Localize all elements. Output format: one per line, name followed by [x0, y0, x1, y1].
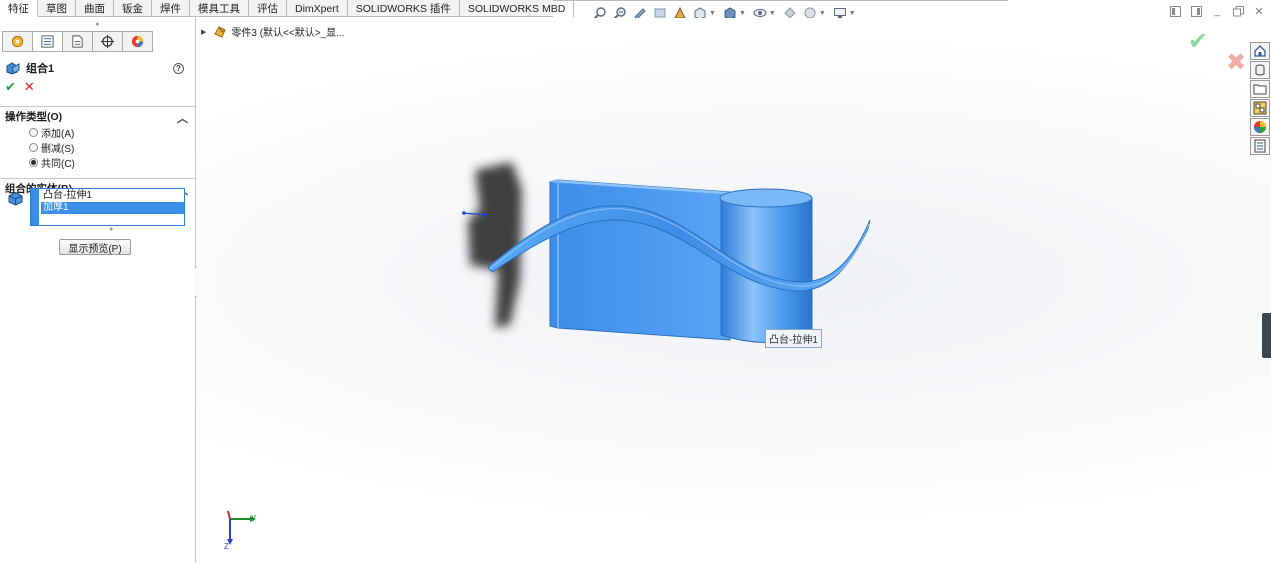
solid-body-icon	[8, 191, 23, 209]
tree-root-label: 零件3 (默认<<默认>_显...	[231, 28, 345, 39]
triad-x-label: Y	[251, 514, 257, 523]
list-item[interactable]: 凸台-拉伸1	[41, 190, 184, 202]
group-title: 操作类型(O)	[5, 110, 63, 123]
close-icon[interactable]: ✕	[1253, 5, 1265, 18]
chevron-up-icon[interactable]: ︿	[177, 110, 188, 126]
dimxpert-manager-tab[interactable]	[92, 31, 123, 52]
display-manager-icon	[131, 35, 144, 48]
display-manager-tab[interactable]	[122, 31, 153, 52]
panel-grip[interactable]: ●	[0, 17, 195, 31]
tile-left-icon[interactable]	[1169, 5, 1181, 17]
confirm-row: ✔ ✕	[0, 78, 195, 96]
task-pane	[1250, 42, 1270, 155]
radio-common[interactable]: 共同(C)	[0, 155, 195, 170]
radio-label: 添加(A)	[41, 129, 75, 140]
property-manager-icon	[41, 35, 54, 48]
feature-manager-tab[interactable]	[2, 31, 33, 52]
property-manager-tab[interactable]	[32, 31, 63, 52]
model-shadow	[468, 162, 522, 328]
configuration-manager-tab[interactable]	[62, 31, 93, 52]
show-preview-button[interactable]: 显示预览(P)	[59, 239, 131, 255]
view-settings-dropdown-icon[interactable]: ▼	[849, 10, 856, 17]
flyout-feature-tree[interactable]: ▶ 零件3 (默认<<默认>_显...	[201, 24, 344, 39]
minimize-icon[interactable]: _	[1211, 5, 1223, 17]
tab-2[interactable]: 曲面	[76, 0, 114, 17]
model-render[interactable]	[440, 150, 880, 355]
tab-5[interactable]: 模具工具	[190, 0, 249, 17]
restore-icon[interactable]	[1232, 5, 1244, 17]
property-manager-header: 组合1	[0, 58, 195, 78]
file-explorer-icon[interactable]	[1250, 80, 1270, 98]
tab-9[interactable]: SOLIDWORKS MBD	[460, 0, 575, 17]
expand-caret-icon[interactable]: ▶	[201, 28, 206, 36]
top-divider	[553, 0, 1008, 1]
radio-button-icon[interactable]	[29, 128, 38, 137]
combine-feature-icon	[6, 62, 20, 75]
custom-properties-icon[interactable]	[1250, 137, 1270, 155]
apply-scene-dropdown-icon[interactable]: ▼	[819, 10, 826, 17]
tab-3[interactable]: 钣金	[114, 0, 152, 17]
list-resize-grip[interactable]: ●	[109, 226, 113, 233]
operation-type-group: 操作类型(O) ︿ 添加(A) 删减(S) 共同(C)	[0, 106, 195, 170]
home-icon[interactable]	[1250, 42, 1270, 60]
command-manager-tabs: 特征 草图 曲面 钣金 焊件 模具工具 评估 DimXpert SOLIDWORKS 插件 SOL…	[0, 0, 575, 17]
tab-7[interactable]: DimXpert	[287, 0, 348, 17]
appearances-icon[interactable]	[1250, 118, 1270, 136]
configuration-manager-icon	[72, 35, 83, 48]
radio-label: 共同(C)	[41, 159, 75, 170]
radio-subtract[interactable]: 删减(S)	[0, 140, 195, 155]
page-title: 组合1	[26, 63, 55, 75]
confirm-accept-icon[interactable]: ✔	[1188, 27, 1208, 56]
design-library-icon[interactable]	[1250, 61, 1270, 79]
dimxpert-icon	[100, 34, 115, 49]
selection-box-indicator	[31, 189, 39, 225]
hide-show-dropdown-icon[interactable]: ▼	[769, 10, 776, 17]
triad-y-label: Z	[224, 542, 229, 549]
radio-button-icon[interactable]	[29, 143, 38, 152]
tab-4[interactable]: 焊件	[152, 0, 190, 17]
radio-add[interactable]: 添加(A)	[0, 125, 195, 140]
confirm-reject-icon[interactable]: ✖	[1226, 48, 1246, 77]
view-palette-icon[interactable]	[1250, 99, 1270, 117]
ok-icon[interactable]: ✔	[5, 79, 16, 95]
display-style-dropdown-icon[interactable]: ▼	[739, 10, 746, 17]
view-orientation-dropdown-icon[interactable]: ▼	[709, 10, 716, 17]
feature-manager-icon	[11, 35, 24, 48]
bodies-selection-list[interactable]: 凸台-拉伸1 加厚1	[30, 188, 185, 226]
reference-triad: Y Z	[224, 510, 257, 549]
task-pane-handle[interactable]	[1262, 313, 1271, 358]
tab-1[interactable]: 草图	[38, 0, 76, 17]
tab-6[interactable]: 评估	[249, 0, 287, 17]
cancel-icon[interactable]: ✕	[24, 79, 35, 95]
window-controls: _ ✕	[1169, 5, 1265, 18]
cylinder-top-face	[719, 188, 813, 208]
part-icon	[214, 25, 227, 38]
radio-label: 删减(S)	[41, 144, 75, 155]
operation-type-header[interactable]: 操作类型(O) ︿	[0, 107, 195, 126]
help-icon[interactable]: ?	[173, 63, 184, 74]
tab-8[interactable]: SOLIDWORKS 插件	[348, 0, 460, 17]
property-manager-panel: ● 组合1 ? ✔ ✕ 操作类型(O) ︿ 添加(A) 删减(S) 共同(C)	[0, 17, 196, 563]
tile-right-icon[interactable]	[1190, 5, 1202, 17]
radio-button-icon[interactable]	[29, 158, 38, 167]
list-item[interactable]: 加厚1	[41, 202, 184, 214]
selection-tooltip: 凸台-拉伸1	[765, 329, 822, 348]
extruded-boss-body	[549, 179, 731, 341]
manager-tabs	[2, 31, 195, 52]
tab-0[interactable]: 特征	[0, 0, 38, 17]
